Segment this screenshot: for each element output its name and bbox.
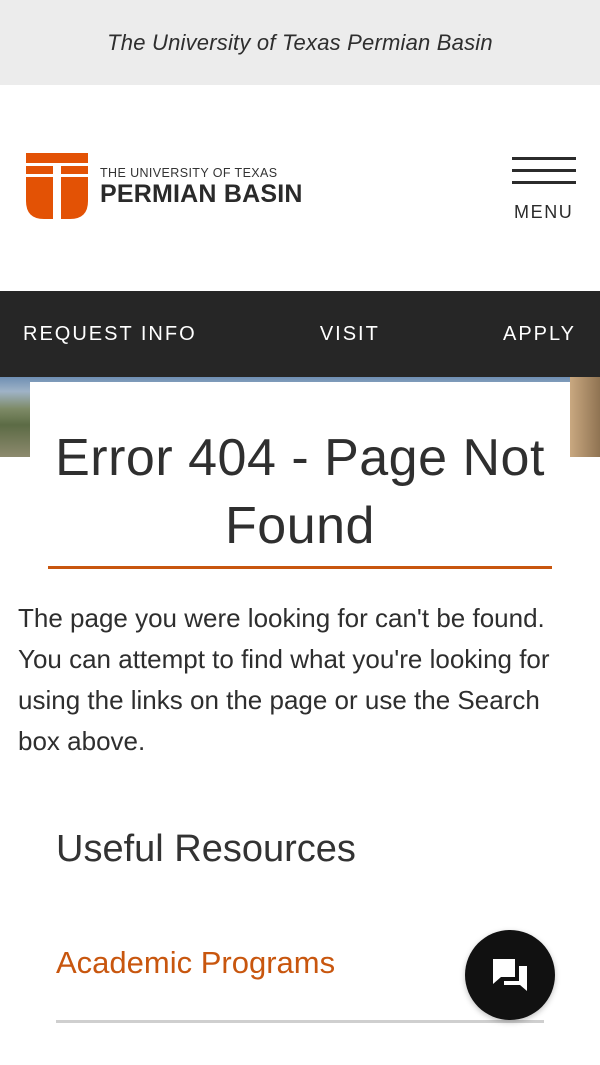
logo-line-permian-basin: PERMIAN BASIN bbox=[100, 179, 303, 208]
menu-button[interactable]: MENU bbox=[512, 153, 578, 225]
top-banner: The University of Texas Permian Basin bbox=[0, 0, 600, 85]
page-title: Error 404 - Page Not Found bbox=[55, 429, 545, 555]
site-header: THE UNIVERSITY OF TEXAS PERMIAN BASIN ME… bbox=[0, 85, 600, 291]
hero-image-detail bbox=[570, 377, 600, 457]
resource-divider bbox=[56, 1020, 544, 1023]
nav-request-info[interactable]: REQUEST INFO bbox=[23, 323, 197, 346]
logo-wordmark: THE UNIVERSITY OF TEXAS PERMIAN BASIN bbox=[100, 165, 303, 207]
error-message: The page you were looking for can't be f… bbox=[18, 603, 550, 756]
title-divider bbox=[48, 566, 552, 569]
link-academic-programs[interactable]: Academic Programs bbox=[56, 945, 335, 981]
primary-nav: REQUEST INFO VISIT APPLY bbox=[0, 291, 600, 377]
error-card: Error 404 - Page Not Found bbox=[30, 382, 570, 572]
menu-label: MENU bbox=[514, 202, 574, 222]
nav-visit[interactable]: VISIT bbox=[320, 323, 380, 346]
nav-apply[interactable]: APPLY bbox=[503, 323, 576, 346]
logo-line-university: THE UNIVERSITY OF TEXAS bbox=[100, 166, 278, 181]
hamburger-icon-line bbox=[512, 169, 576, 172]
resources-heading: Useful Resources bbox=[56, 828, 356, 870]
utpb-logo-mark-icon bbox=[26, 153, 88, 219]
chat-button[interactable] bbox=[465, 930, 555, 1020]
hamburger-icon-line bbox=[512, 181, 576, 184]
utpb-logo[interactable]: THE UNIVERSITY OF TEXAS PERMIAN BASIN bbox=[26, 153, 303, 219]
university-name: The University of Texas Permian Basin bbox=[107, 29, 493, 55]
hamburger-icon bbox=[512, 157, 576, 160]
chat-icon bbox=[493, 959, 527, 991]
